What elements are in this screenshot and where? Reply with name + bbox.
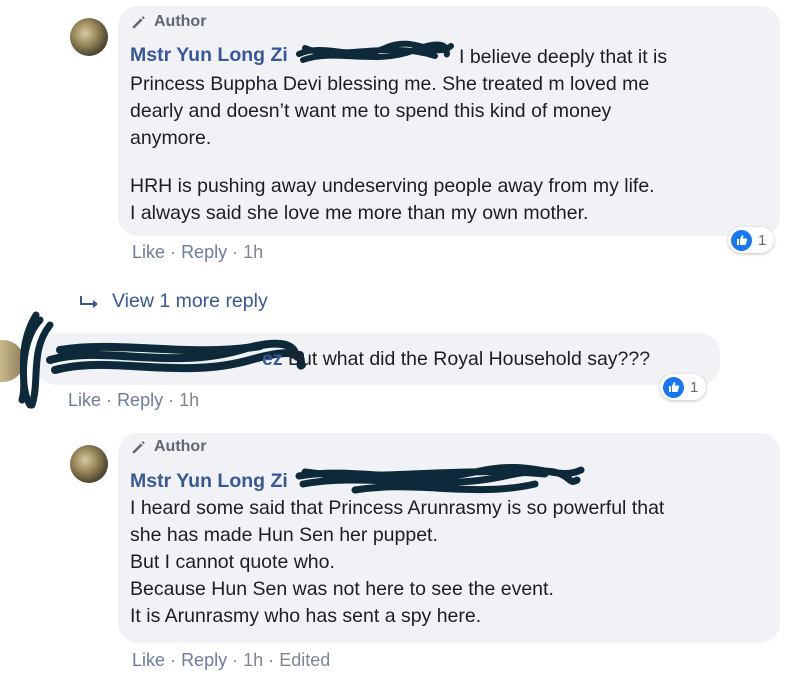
author-badge: Author [130,13,206,31]
separator: · [106,390,113,410]
separator: · [170,242,177,262]
avatar[interactable] [70,18,108,56]
reaction-count[interactable]: 1 [728,227,775,253]
reaction-count-number: 1 [758,231,767,249]
comment-line: Princess Buppha Devi blessing me. She tr… [130,73,650,95]
pencil-icon [132,16,145,29]
timestamp[interactable]: 1h [243,242,263,262]
pencil-icon [132,441,145,454]
timestamp[interactable]: 1h [179,390,199,410]
comment-line: Because Hun Sen was not here to see the … [130,578,554,600]
comment-author-name[interactable]: Mstr Yun Long Zi [130,44,288,67]
author-badge-label: Author [154,438,207,455]
comment-line: anymore. [130,127,212,149]
like-thumb-icon [731,229,752,251]
comment-line: dearly and doesn’t want me to spend this… [130,100,612,122]
reply-arrow-icon [80,295,98,308]
reply-link[interactable]: Reply [181,650,227,670]
separator: · [232,650,239,670]
comment-line: But I cannot quote who. [130,551,335,573]
reaction-count[interactable]: 1 [660,374,707,400]
comment-line: she has made Hun Sen her puppet. [130,524,438,546]
edited-label[interactable]: Edited [279,650,330,670]
comment-line: I heard some said that Princess Arunrasm… [130,497,665,519]
author-badge-label: Author [154,13,207,30]
comment-author-name[interactable]: Mstr Yun Long Zi [130,470,288,493]
comment-actions: Like · Reply · 1h [132,242,263,263]
like-link[interactable]: Like [68,390,101,410]
comment-text: ez But what did the Royal Household say?… [262,346,650,373]
reaction-count-number: 1 [690,378,699,396]
author-badge: Author [130,438,206,456]
comment-line: It is Arunrasmy who has sent a spy here. [130,605,482,627]
comment-line: HRH is pushing away undeserving people a… [130,175,655,197]
comment-text-body: Princess Buppha Devi blessing me. She tr… [130,71,649,152]
comment-actions: Like · Reply · 1h · Edited [132,650,330,671]
like-link[interactable]: Like [132,242,165,262]
separator: · [170,650,177,670]
redaction-scribble [296,40,454,63]
comment-line: I believe deeply that it is [459,46,668,68]
like-link[interactable]: Like [132,650,165,670]
separator: · [232,242,239,262]
comment-text: I believe deeply that it is [459,44,667,71]
like-thumb-icon [663,376,684,398]
comment-text-body: HRH is pushing away undeserving people a… [130,173,655,227]
timestamp[interactable]: 1h [243,650,263,670]
comment-author-name-fragment[interactable]: ez [262,348,283,370]
comment-actions: Like · Reply · 1h [68,390,199,411]
separator: · [168,390,175,410]
separator: · [268,650,275,670]
comment-text-body: I heard some said that Princess Arunrasm… [130,495,664,630]
reply-link[interactable]: Reply [181,242,227,262]
comment-line: I always said she love me more than my o… [130,202,589,224]
avatar[interactable] [70,445,108,483]
reply-link[interactable]: Reply [117,390,163,410]
comment-line: But what did the Royal Household say??? [288,348,651,370]
